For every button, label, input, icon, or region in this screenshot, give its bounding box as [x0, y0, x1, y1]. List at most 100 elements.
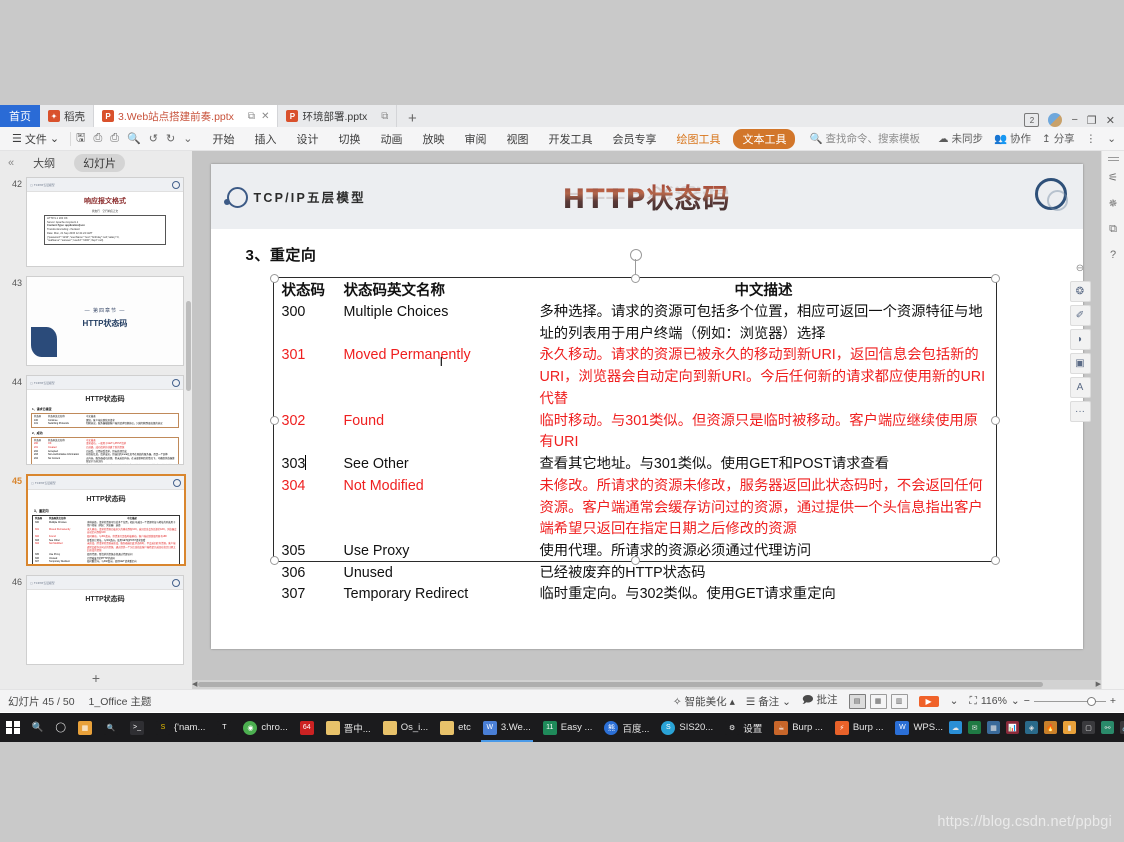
thumbnail-preview[interactable]: ◯ TCP/IP五层模型 响应报文格式 状态行 空行响应正文 HTTP/1.1 … — [26, 177, 184, 267]
tab-docer[interactable]: ✦ 稻壳 — [40, 105, 94, 127]
cloud-icon[interactable]: ☁ — [949, 721, 963, 734]
table-row[interactable]: 305 Use Proxy 使用代理。所请求的资源必须通过代理访问 — [282, 541, 988, 563]
taskbar-folder-etc[interactable]: etc — [434, 713, 477, 742]
ribbon-collapse-icon[interactable]: ⌄ — [1107, 133, 1116, 145]
sidebar-scrollbar[interactable] — [186, 301, 191, 391]
net-icon[interactable]: ◈ — [1025, 721, 1039, 734]
tab-close-icon[interactable]: ✕ — [261, 111, 269, 122]
zoom-slider-knob[interactable] — [1086, 697, 1096, 706]
taskbar-search[interactable]: 🔍 — [26, 713, 50, 742]
zoom-level-label[interactable]: 116% — [981, 695, 1007, 707]
thumbnail-item[interactable]: 42 ◯ TCP/IP五层模型 响应报文格式 状态行 空行响应正文 HTTP/1… — [0, 177, 192, 267]
taskbar-sublime[interactable]: S {'nam... — [150, 713, 211, 742]
app-icon[interactable]: ▢ — [1082, 721, 1096, 734]
ribbon-tab-start[interactable]: 开始 — [202, 131, 244, 147]
avatar[interactable] — [1048, 113, 1063, 127]
settings-icon[interactable]: ⚟ — [1108, 171, 1118, 184]
ribbon-tab-slideshow[interactable]: 放映 — [412, 131, 454, 147]
horizontal-scrollbar[interactable]: ◀ ▶ — [192, 680, 1101, 689]
notes-button[interactable]: ☰ 备注 ⌄ — [746, 694, 791, 709]
thumbnail-preview[interactable]: ◯ TCP/IP五层模型 HTTP状态码 — [26, 575, 184, 665]
taskbar-settings[interactable]: ⚙ 设置 — [719, 713, 768, 742]
ribbon-tab-transition[interactable]: 切换 — [328, 131, 370, 147]
duplicate-icon[interactable]: ⧉ — [1109, 223, 1117, 236]
taskbar-folder-os[interactable]: Os_i... — [377, 713, 434, 742]
ribbon-tab-developer[interactable]: 开发工具 — [538, 131, 602, 147]
start-slideshow-button[interactable]: ▶ — [918, 695, 939, 707]
grid-icon[interactable]: ▦ — [987, 721, 1001, 734]
scroll-right-icon[interactable]: ▶ — [1096, 680, 1101, 688]
taskbar-store[interactable]: ▦ — [72, 713, 98, 742]
ribbon-tab-insert[interactable]: 插入 — [244, 131, 286, 147]
ribbon-tab-animation[interactable]: 动画 — [370, 131, 412, 147]
tab-restore-icon[interactable]: ⧉ — [381, 111, 388, 122]
comments-button[interactable]: 🗩 批注 — [802, 692, 838, 710]
ribbon-tab-review[interactable]: 审阅 — [454, 131, 496, 147]
view-slides-tab[interactable]: 幻灯片 — [74, 154, 126, 172]
taskbar-terminal[interactable]: >_ — [124, 713, 150, 742]
restore-button[interactable]: ❐ — [1087, 114, 1097, 127]
scroll-thumb[interactable] — [198, 682, 1043, 687]
fill-icon[interactable]: ◗ — [1069, 329, 1091, 350]
zoom-slider-track[interactable] — [1033, 697, 1106, 706]
table-row[interactable]: 306 Unused 已经被废弃的HTTP状态码 — [282, 563, 988, 585]
redo-icon[interactable]: ↻ — [166, 132, 175, 145]
home-tab[interactable]: 首页 — [0, 105, 40, 127]
ribbon-tab-view[interactable]: 视图 — [496, 131, 538, 147]
taskbar-burp-java[interactable]: ☕ Burp ... — [768, 713, 829, 742]
zoom-in-button[interactable]: + — [1110, 695, 1116, 707]
rotate-handle[interactable] — [629, 249, 642, 278]
pen-icon[interactable]: ✐ — [1069, 305, 1091, 326]
sync-status[interactable]: ☁ 未同步 — [938, 131, 983, 146]
print-preview-icon[interactable]: ⎙ — [93, 132, 102, 145]
more-icon[interactable]: ··· — [1069, 401, 1091, 422]
taskbar-cortana[interactable]: ◯ — [49, 713, 72, 742]
thumbnail-preview[interactable]: ◯ TCP/IP五层模型 HTTP状态码 1、请求已接受 状态码 状态码英文名称中… — [26, 375, 184, 465]
thumbnail-item[interactable]: 43 — 第四章节 — HTTP状态码 — [0, 276, 192, 366]
taskbar-folder-jinzhong[interactable]: 晋中... — [320, 713, 377, 742]
scroll-left-icon[interactable]: ◀ — [192, 680, 197, 688]
ribbon-more-icon[interactable]: ⋮ — [1086, 133, 1097, 145]
chart-icon[interactable]: 📊 — [1006, 721, 1020, 734]
selected-text-box[interactable]: 状态码 状态码英文名称 中文描述 300 Multiple Choices 多种… — [269, 249, 1000, 602]
ribbon-tab-drawing-tools[interactable]: 绘图工具 — [666, 131, 730, 147]
collaborate-button[interactable]: 👥 协作 — [994, 131, 1031, 146]
taskbar-burp[interactable]: ⚡ Burp ... — [829, 713, 890, 742]
thumbnail-item[interactable]: 46 ◯ TCP/IP五层模型 HTTP状态码 — [0, 575, 192, 665]
window-count-badge[interactable]: 2 — [1024, 113, 1040, 127]
table-row[interactable]: 307 Temporary Redirect 临时重定向。与302类似。使用GE… — [282, 584, 988, 606]
current-slide[interactable]: TCP/IP五层模型 HTTP状态码 HTTP状态码 3、重定向 — [210, 164, 1083, 649]
help-icon[interactable]: ? — [1110, 249, 1116, 261]
usb-icon[interactable]: ⚯ — [1101, 721, 1115, 734]
minimize-button[interactable]: − — [1071, 114, 1077, 126]
taskbar-chrome[interactable]: ◉ chro... — [237, 713, 293, 742]
quick-access-dropdown-icon[interactable]: ⌄ — [183, 132, 192, 145]
taskbar-firefox-search[interactable]: 🔍 — [98, 713, 124, 742]
layers-icon[interactable]: ❂ — [1069, 281, 1091, 302]
taskbar-wps-ppt[interactable]: W 3.We... — [477, 713, 537, 742]
text-effect-icon[interactable]: A — [1069, 377, 1091, 398]
tab-huanjingbushu-pptx[interactable]: P 环境部署.pptx ⧉ — [278, 105, 398, 127]
chevron-left-icon[interactable]: « — [8, 157, 14, 169]
table-row[interactable]: 301 Moved Permanently 永久移动。请求的资源已被永久的移动到… — [282, 345, 988, 410]
share-button[interactable]: ↥ 分享 — [1042, 131, 1075, 146]
thumbnail-item[interactable]: 44 ◯ TCP/IP五层模型 HTTP状态码 1、请求已接受 状态码 状态码英文… — [0, 375, 192, 465]
taskbar-baidu[interactable]: 熊 百度... — [598, 713, 655, 742]
find-icon[interactable]: 🔍 — [127, 132, 141, 145]
table-row[interactable]: 300 Multiple Choices 多种选择。请求的资源可包括多个位置，相… — [282, 302, 988, 345]
beautify-button[interactable]: ✧ 智能美化 ▴ — [673, 694, 735, 709]
table-row-active[interactable]: 303 See Other 查看其它地址。与301类似。使用GET和POST请求… — [282, 454, 988, 476]
mail-icon[interactable]: ✉ — [968, 721, 982, 734]
thumbnail-item-selected[interactable]: 45 ◯ TCP/IP五层模型 HTTP状态码 3、重定向 状态码 状态码英文名称… — [0, 474, 192, 566]
undo-icon[interactable]: ↺ — [149, 132, 158, 145]
new-tab-button[interactable]: + — [397, 110, 427, 127]
zoom-dropdown-icon[interactable]: ⌄ — [1011, 695, 1020, 707]
flame-icon[interactable]: 🔥 — [1044, 721, 1058, 734]
taskbar-sis20[interactable]: S SIS20... — [655, 713, 719, 742]
tab-web-site-pptx[interactable]: P 3.Web站点搭建前奏.pptx ⧉ ✕ — [94, 105, 279, 127]
fit-slide-icon[interactable]: ⛶ — [969, 695, 976, 708]
file-menu-button[interactable]: ☰ 文件 ⌄ — [6, 131, 65, 147]
effects-icon[interactable]: ✵ — [1108, 197, 1117, 210]
tab-restore-icon[interactable]: ⧉ — [248, 111, 255, 122]
zoom-out-button[interactable]: − — [1024, 695, 1030, 707]
